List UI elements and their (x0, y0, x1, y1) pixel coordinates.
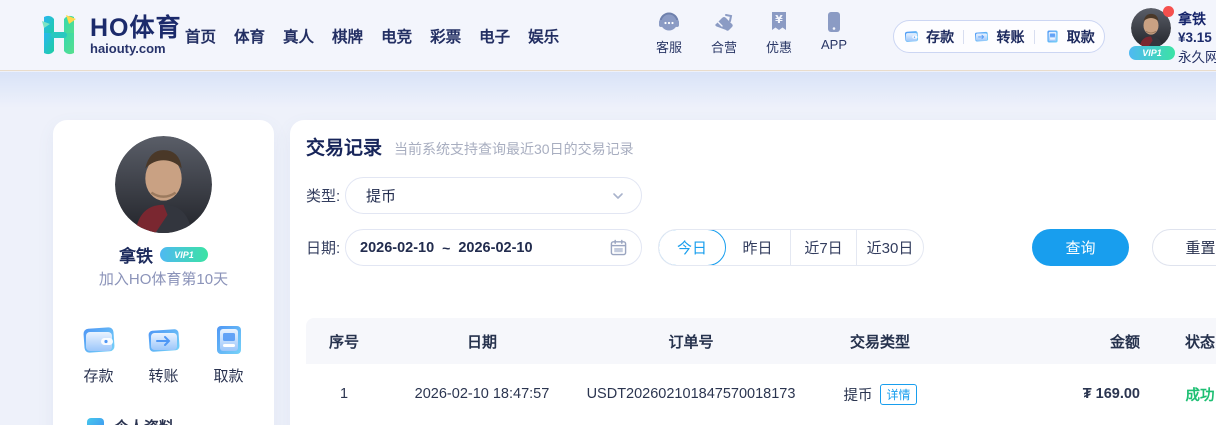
user-box: VIP1 拿铁 ¥3.15 永久网 (1129, 6, 1216, 65)
nav-slots[interactable]: 电子 (479, 25, 510, 47)
cell-status: 成功 (1185, 387, 1215, 404)
col-amount: 金额 (1109, 333, 1140, 351)
sidebar-transfer-button[interactable]: 转账 (143, 320, 185, 386)
date-label: 日期: (306, 240, 341, 257)
user-balance: ¥3.15 (1178, 28, 1216, 48)
type-label: 类型: (306, 188, 341, 205)
sidebar-actions: 存款 转账 取款 (53, 320, 274, 386)
deposit-icon (79, 320, 119, 360)
profile-name: 拿铁 (119, 247, 153, 266)
logo-icon (38, 13, 80, 57)
logo-title: HO体育 (90, 13, 182, 42)
profile-icon (87, 418, 104, 425)
header-gradient (0, 72, 1216, 108)
transaction-records-panel: 交易记录 当前系统支持查询最近30日的交易记录 类型: 提币 日期: 2026-… (290, 120, 1216, 425)
profile-avatar[interactable] (115, 136, 212, 233)
nav-entertainment[interactable]: 娱乐 (528, 25, 559, 47)
withdraw-icon (209, 320, 249, 360)
avatar-photo (115, 136, 212, 233)
date-from: 2026-02-10 (360, 239, 435, 256)
deposit-icon (903, 28, 920, 45)
col-type: 交易类型 (849, 333, 910, 351)
app-icon (822, 10, 846, 34)
col-status: 状态 (1184, 333, 1215, 351)
wallet-pill: 存款 转账 取款 (893, 20, 1105, 53)
logo[interactable]: HO体育 haiouty.com (38, 13, 182, 57)
cell-amount: ₮ 169.00 (1082, 386, 1140, 402)
detail-button[interactable]: 详情 (880, 383, 917, 405)
profile-sidebar: 拿铁 VIP1 加入HO体育第10天 存款 转账 取款 个人资料 (53, 120, 274, 425)
nav-esports[interactable]: 电竞 (381, 25, 412, 47)
top-header: HO体育 haiouty.com 首页 体育 真人 棋牌 电竞 彩票 电子 娱乐… (0, 0, 1216, 71)
nav-live-casino[interactable]: 真人 (283, 25, 314, 47)
chevron-down-icon (611, 189, 625, 203)
col-index: 序号 (328, 333, 359, 351)
divider (963, 29, 965, 44)
divider (1033, 29, 1035, 44)
sidebar-deposit-button[interactable]: 存款 (78, 320, 120, 386)
date-range-input[interactable]: 2026-02-10 ~ 2026-02-10 (345, 229, 642, 266)
withdraw-button[interactable]: 取款 (1044, 27, 1095, 47)
type-select[interactable]: 提币 (345, 177, 642, 214)
cell-index: 1 (339, 386, 349, 402)
partnership-icon (712, 10, 736, 34)
quick-date-group: 今日 昨日 近7日 近30日 (658, 229, 924, 266)
join-days-text: 加入HO体育第10天 (98, 271, 229, 288)
promo-icon (767, 10, 791, 34)
cell-date: 2026-02-10 18:47:57 (414, 386, 550, 402)
withdraw-icon (1044, 28, 1061, 45)
page-title: 交易记录 (306, 138, 383, 159)
main-nav: 首页 体育 真人 棋牌 电竞 彩票 电子 娱乐 (185, 0, 559, 71)
transfer-button[interactable]: 转账 (973, 27, 1024, 47)
page-subtitle: 当前系统支持查询最近30日的交易记录 (394, 141, 634, 157)
cell-order-no: USDT202602101847570018173 (586, 386, 796, 402)
cell-type: 提币 详情 (800, 383, 960, 405)
quick-date-yesterday[interactable]: 昨日 (725, 230, 791, 265)
calendar-icon (610, 239, 627, 256)
promo-button[interactable]: 优惠 (760, 10, 798, 56)
table-row: 1 2026-02-10 18:47:57 USDT20260210184757… (306, 364, 1216, 424)
app-button[interactable]: APP (815, 10, 853, 56)
nav-home[interactable]: 首页 (185, 25, 216, 47)
sidebar-withdraw-button[interactable]: 取款 (208, 320, 250, 386)
avatar[interactable]: VIP1 (1129, 6, 1175, 60)
permanent-url-link[interactable]: 永久网 (1178, 48, 1216, 68)
table-header-row: 序号 日期 订单号 交易类型 金额 状态 (306, 318, 1216, 364)
col-order-no: 订单号 (668, 333, 714, 351)
partnership-button[interactable]: 合营 (705, 10, 743, 56)
nav-board-games[interactable]: 棋牌 (332, 25, 363, 47)
notification-dot (1163, 6, 1174, 17)
vip-badge: VIP1 (160, 247, 208, 262)
col-date: 日期 (466, 333, 497, 351)
transactions-table: 序号 日期 订单号 交易类型 金额 状态 1 2026-02-10 18:47:… (306, 318, 1216, 424)
header-quick-icons: 客服 合营 优惠 APP (650, 10, 853, 56)
logo-domain: haiouty.com (90, 40, 166, 56)
date-to: 2026-02-10 (458, 239, 533, 256)
customer-service-icon (657, 10, 681, 34)
transfer-icon (973, 28, 990, 45)
type-select-value: 提币 (366, 188, 397, 205)
quick-date-7days[interactable]: 近7日 (791, 230, 857, 265)
query-button[interactable]: 查询 (1032, 229, 1129, 266)
user-name: 拿铁 (1178, 11, 1206, 27)
transfer-icon (144, 320, 184, 360)
deposit-button[interactable]: 存款 (903, 27, 954, 47)
reset-button[interactable]: 重置 (1152, 229, 1216, 266)
nav-sports[interactable]: 体育 (234, 25, 265, 47)
sidebar-item-profile[interactable]: 个人资料 (87, 416, 174, 425)
quick-date-30days[interactable]: 近30日 (857, 230, 923, 265)
quick-date-today[interactable]: 今日 (659, 230, 726, 265)
nav-lottery[interactable]: 彩票 (430, 25, 461, 47)
vip-badge: VIP1 (1129, 46, 1175, 60)
customer-service-button[interactable]: 客服 (650, 10, 688, 56)
date-separator: ~ (442, 239, 451, 256)
